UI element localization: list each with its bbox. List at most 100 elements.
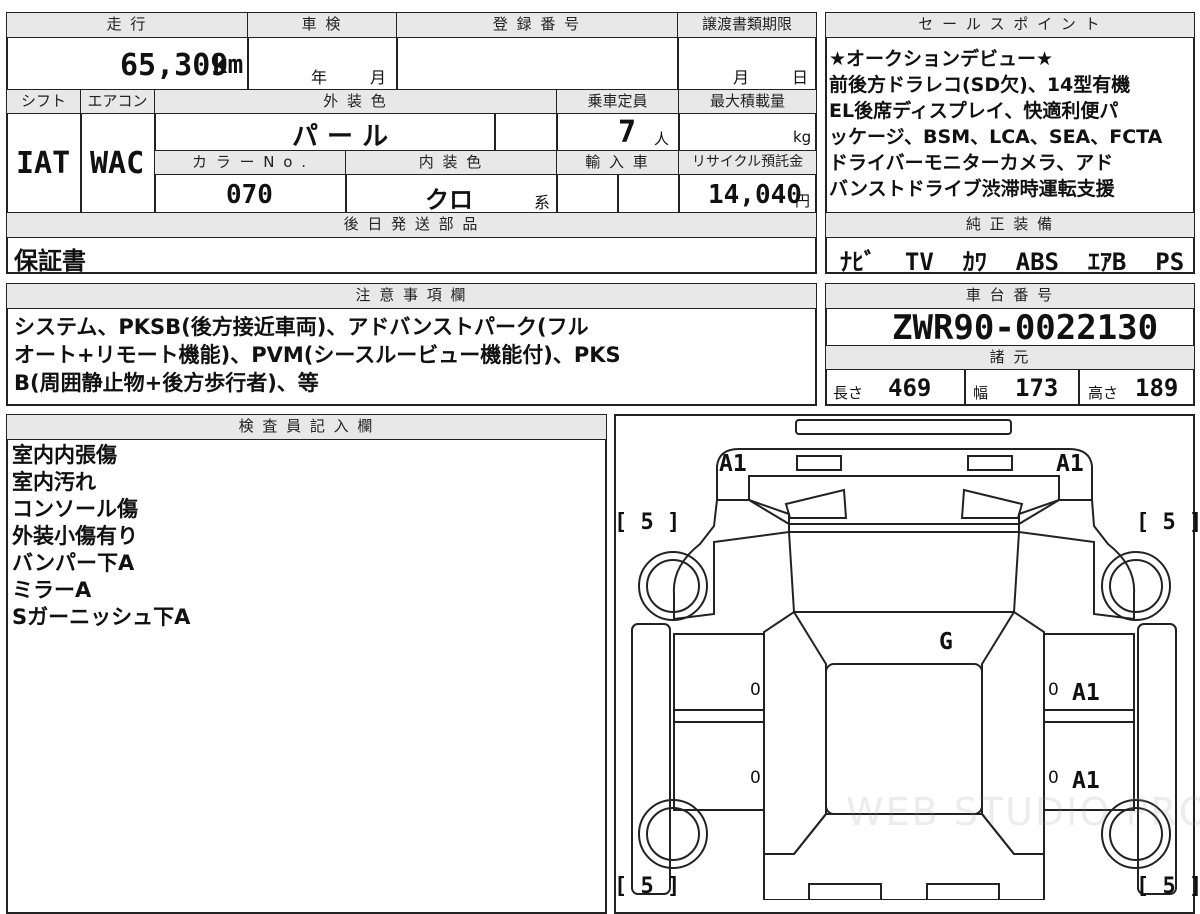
mark-0-right-rear: 0 xyxy=(1048,768,1059,788)
header-aircon: エアコン xyxy=(80,89,155,114)
equipment-item: ABS xyxy=(1015,248,1059,276)
header-inspector-notes: 検 査 員 記 入 欄 xyxy=(6,414,607,440)
header-later-parts: 後 日 発 送 部 品 xyxy=(6,212,817,238)
sales-point-line: ドライバーモニターカメラ、アド xyxy=(829,152,1114,174)
header-inspection: 車 検 xyxy=(247,12,397,38)
width-label: 幅 xyxy=(973,384,989,402)
notes-line: オート+リモート機能)、PVM(シースルービュー機能付)、PKS xyxy=(14,343,621,367)
watermark: WEB STUDIO PRO xyxy=(846,790,1200,834)
color-no-value: 070 xyxy=(226,180,273,210)
inspector-text: 室内内張傷 室内汚れ コンソール傷 外装小傷有り バンパー下A ミラーA Sガー… xyxy=(12,442,190,631)
equipment-item: TV xyxy=(904,248,934,276)
mark-5-top-left: [ 5 ] xyxy=(614,510,681,535)
hood-outline xyxy=(748,475,1060,525)
left-front-fender xyxy=(672,499,790,621)
inspection-year-label: 年 xyxy=(311,68,328,87)
header-specs: 諸 元 xyxy=(825,345,1195,370)
header-import: 輸 入 車 xyxy=(556,150,679,175)
mark-a1-right-front-door: A1 xyxy=(1072,680,1100,706)
chassis-number-value: ZWR90-0022130 xyxy=(892,308,1159,348)
header-capacity: 乗車定員 xyxy=(556,89,679,114)
left-a-pillar xyxy=(763,610,827,855)
right-front-wheel-inner xyxy=(1109,559,1163,613)
windshield-outline xyxy=(787,531,1021,613)
notes-line: B(周囲静止物+後方歩行者)、等 xyxy=(14,371,319,395)
later-parts-value: 保証書 xyxy=(14,247,86,275)
inspector-line: 外装小傷有り xyxy=(12,524,138,548)
sales-point-line: EL後席ディスプレイ、快適利便パ xyxy=(829,100,1119,122)
left-side-rail xyxy=(631,623,671,895)
mark-0-left-front: 0 xyxy=(750,680,761,700)
header-registration: 登 録 番 号 xyxy=(396,12,678,38)
header-notes: 注 意 事 項 欄 xyxy=(6,283,817,309)
mileage-unit: km xyxy=(212,50,244,80)
header-exterior-color: 外 装 色 xyxy=(154,89,557,114)
shift-value: IAT xyxy=(16,146,71,181)
right-fender-vent xyxy=(960,488,1024,519)
height-value: 189 xyxy=(1135,374,1179,402)
width-value: 173 xyxy=(1015,374,1059,402)
aircon-value: WAC xyxy=(90,146,145,181)
interior-color-value: クロ xyxy=(425,186,473,214)
header-transfer-deadline: 譲渡書類期限 xyxy=(677,12,817,38)
sales-point-line: ★オークションデビュー★ xyxy=(829,48,1054,70)
equipment-item: ﾅﾋﾞ xyxy=(840,248,876,276)
sales-points-text: ★オークションデビュー★ 前後方ドラレコ(SD欠)、14型有機 EL後席ディスプ… xyxy=(829,46,1162,202)
left-fender-vent xyxy=(784,488,848,519)
mark-a1-front-left: A1 xyxy=(719,451,747,477)
front-body-outline xyxy=(716,448,1093,501)
left-front-door xyxy=(673,633,765,723)
inspection-month-label: 月 xyxy=(370,68,387,87)
inspector-line: バンパー下A xyxy=(12,551,135,575)
header-mileage: 走 行 xyxy=(6,12,248,38)
mark-5-bottom-right: [ 5 ] xyxy=(1136,874,1200,899)
notes-text: システム、PKSB(後方接近車両)、アドバンストパーク(フル オート+リモート機… xyxy=(14,313,621,397)
exterior-color-value: パ ー ル xyxy=(292,122,389,152)
mark-5-top-right: [ 5 ] xyxy=(1136,510,1200,535)
inspector-line: 室内汚れ xyxy=(12,470,96,494)
equipment-item: ｴｱB xyxy=(1087,248,1127,276)
header-max-load: 最大積載量 xyxy=(678,89,817,114)
mark-a1-front-right: A1 xyxy=(1056,451,1084,477)
capacity-value: 7 xyxy=(618,115,637,150)
length-value: 469 xyxy=(888,374,932,402)
rear-left-lamp xyxy=(808,883,882,900)
left-rear-wheel-inner xyxy=(646,807,700,861)
header-shift: シフト xyxy=(6,89,81,114)
rear-right-lamp xyxy=(926,883,1000,900)
inspector-line: コンソール傷 xyxy=(12,497,138,521)
sales-point-line: ッケージ、BSM、LCA、SEA、FCTA xyxy=(829,126,1163,148)
front-bumper-outline xyxy=(795,419,1012,435)
equipment-item: ｶﾜ xyxy=(962,248,987,276)
equipment-item: PS xyxy=(1155,248,1185,276)
mark-0-left-rear: 0 xyxy=(750,768,761,788)
mark-g-windshield: G xyxy=(939,629,953,655)
sales-point-line: 前後方ドラレコ(SD欠)、14型有機 xyxy=(829,74,1131,96)
notes-line: システム、PKSB(後方接近車両)、アドバンストパーク(フル xyxy=(14,315,589,339)
header-chassis-number: 車 台 番 号 xyxy=(825,283,1195,309)
inspector-line: Sガーニッシュ下A xyxy=(12,605,191,629)
left-rear-door xyxy=(673,721,765,811)
interior-suffix: 系 xyxy=(534,193,551,212)
header-standard-equipment: 純 正 装 備 xyxy=(825,212,1195,238)
right-front-door xyxy=(1043,633,1135,723)
header-color-no: カ ラ ー N o . xyxy=(154,150,346,175)
mark-5-bottom-left: [ 5 ] xyxy=(614,874,681,899)
right-front-wheel xyxy=(1101,551,1171,621)
height-label: 高さ xyxy=(1088,384,1119,402)
transfer-month-label: 月 xyxy=(733,68,750,87)
inspector-line: 室内内張傷 xyxy=(12,443,117,467)
sales-point-line: バンストドライブ渋滞時運転支援 xyxy=(829,178,1115,200)
recycle-fee-value: 14,040 xyxy=(708,180,802,210)
capacity-unit: 人 xyxy=(654,130,670,148)
header-recycle-fee: リサイクル預託金 xyxy=(678,150,817,175)
length-label: 長さ xyxy=(833,384,864,402)
right-side-rail xyxy=(1137,623,1177,895)
header-sales-points: セ ー ル ス ポ イ ン ト xyxy=(825,12,1195,38)
left-headlight xyxy=(796,455,842,471)
header-interior-color: 内 装 色 xyxy=(345,150,557,175)
right-front-fender xyxy=(1018,499,1136,621)
max-load-unit: kg xyxy=(793,128,812,146)
transfer-day-label: 日 xyxy=(792,68,809,87)
inspector-line: ミラーA xyxy=(12,578,92,602)
